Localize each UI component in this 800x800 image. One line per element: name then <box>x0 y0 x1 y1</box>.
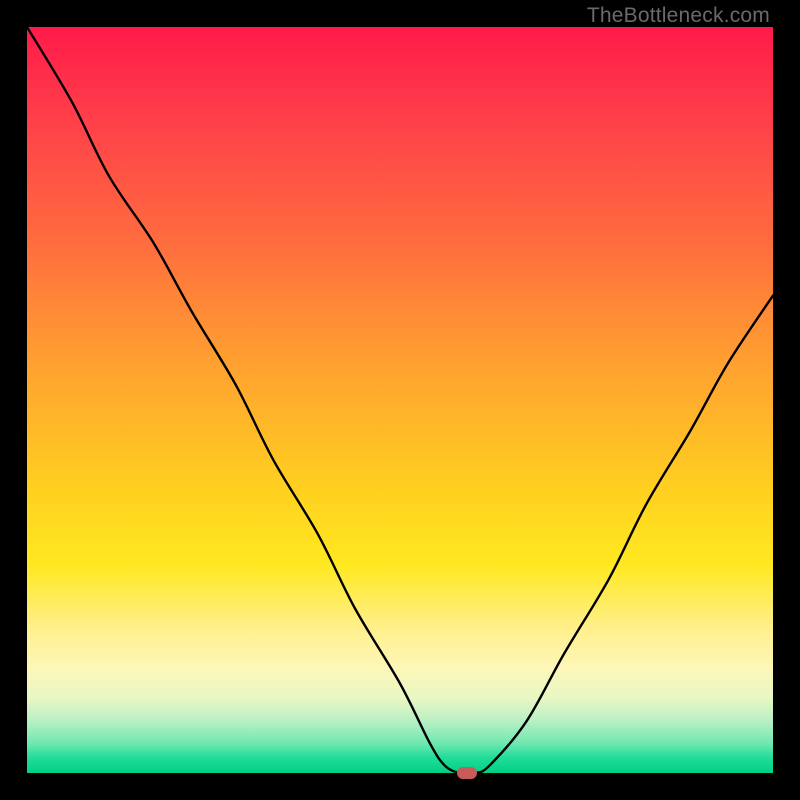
chart-frame: TheBottleneck.com <box>0 0 800 800</box>
optimum-marker <box>457 767 477 779</box>
bottleneck-curve <box>27 27 773 773</box>
plot-area <box>27 27 773 773</box>
watermark-text: TheBottleneck.com <box>587 4 770 28</box>
